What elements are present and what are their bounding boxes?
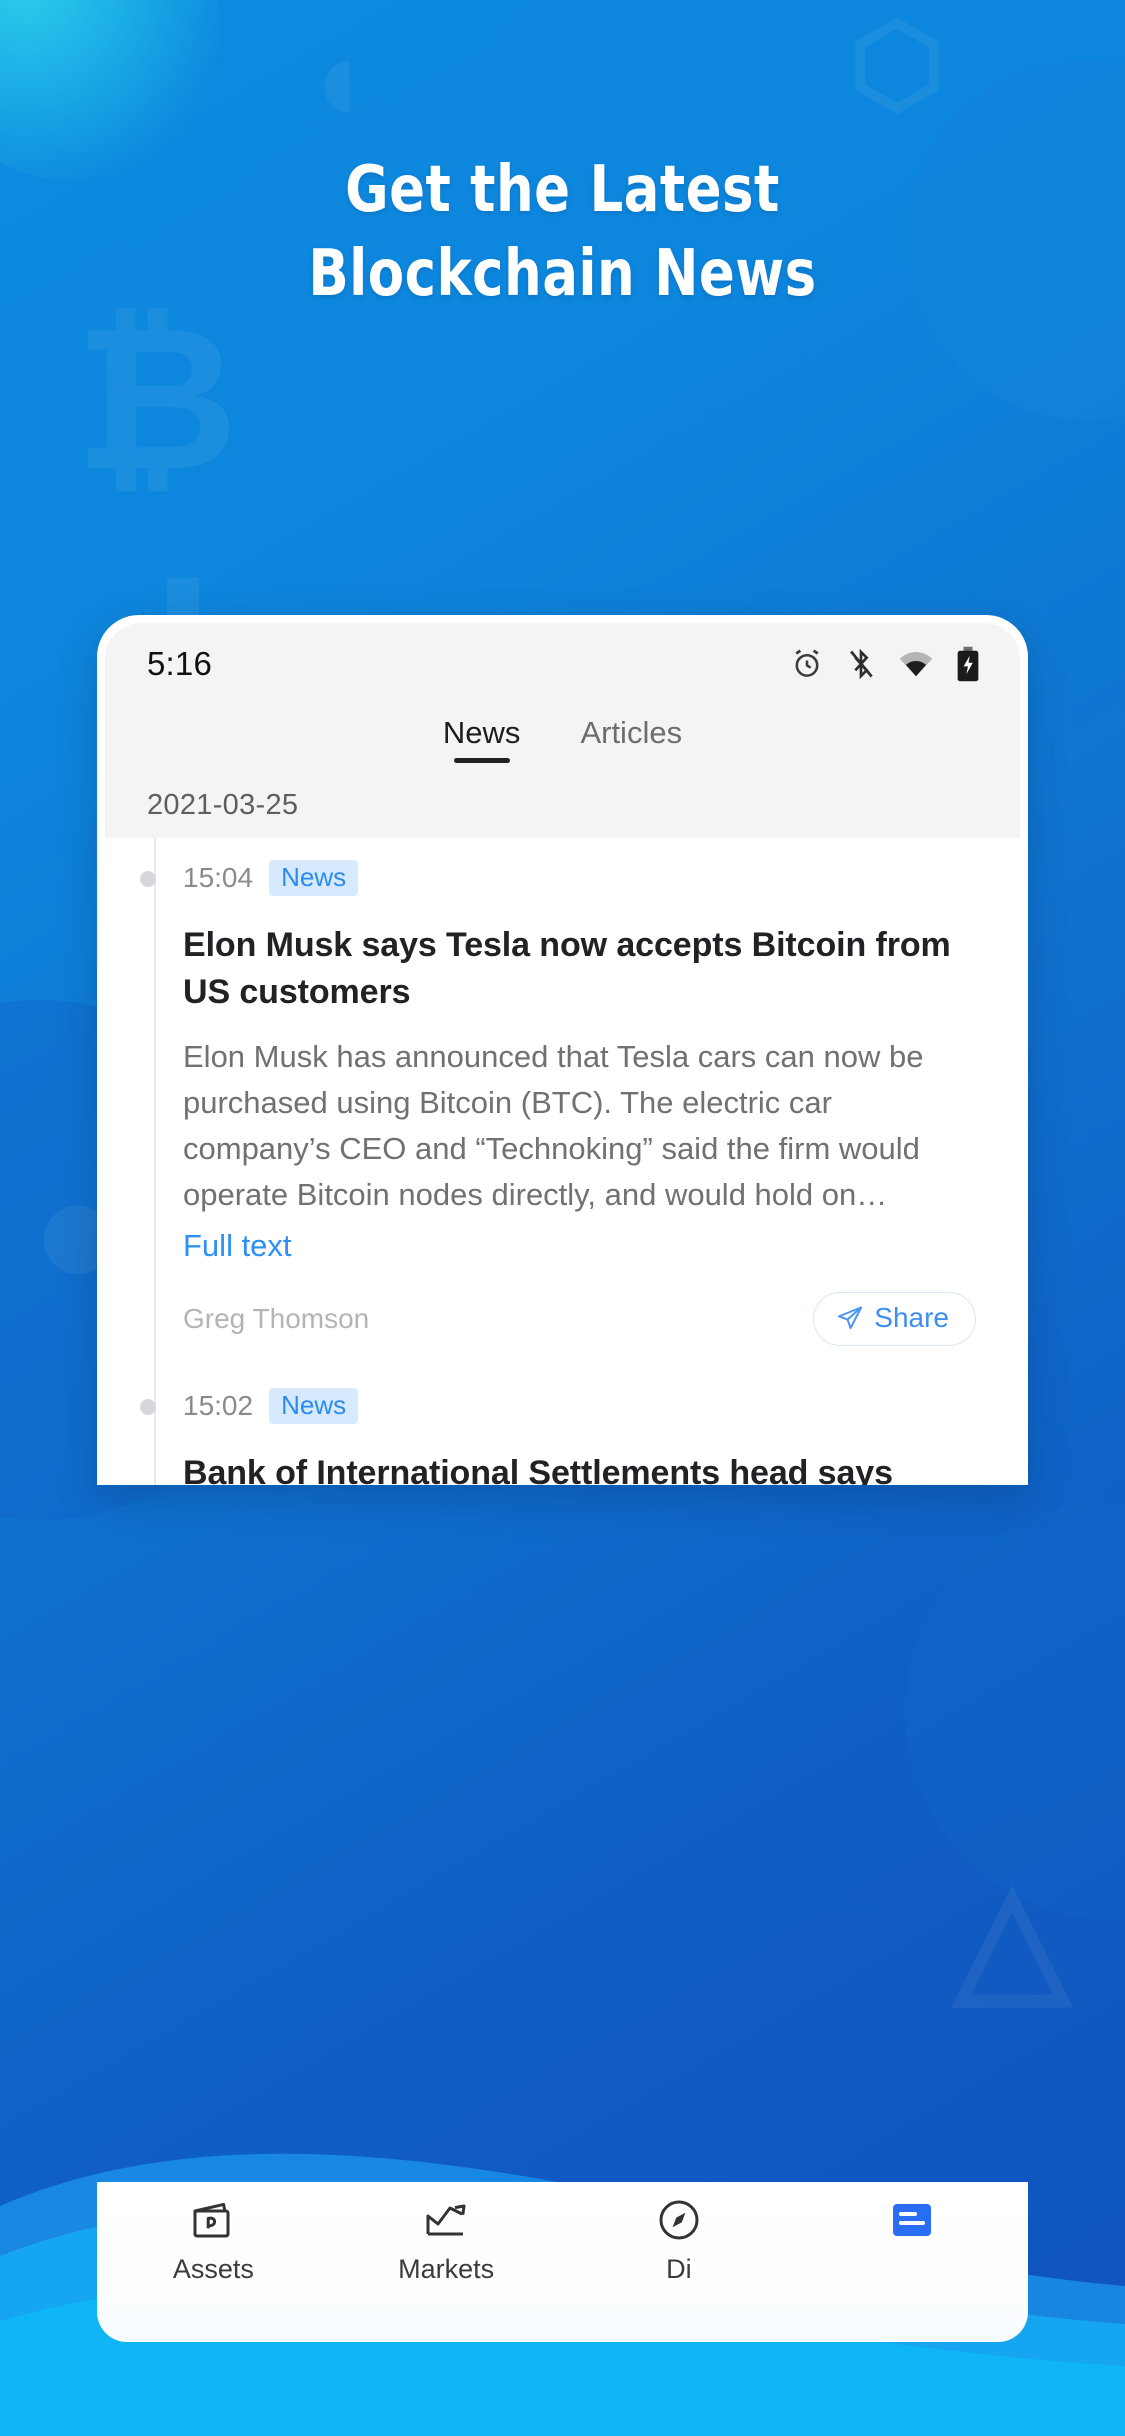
nav-item-markets-label: Markets [398, 2254, 495, 2284]
headline-line-1: Get the Latest [345, 153, 780, 227]
phone-screen: 5:16 News Articles 2021-03-25 15:04 News… [105, 623, 1020, 1485]
news-item-author: Greg Thomson [183, 1303, 370, 1334]
tab-articles-label: Articles [580, 715, 683, 750]
share-button-label: Share [874, 1302, 949, 1333]
news-feed: 15:04 News Elon Musk says Tesla now acce… [105, 838, 1020, 1485]
nav-item-discover-label: Di [666, 2254, 692, 2284]
send-icon [838, 1306, 863, 1330]
chart-line-icon [426, 2204, 466, 2236]
tab-articles[interactable]: Articles [576, 711, 686, 767]
news-item-meta: 15:02 News [183, 1388, 976, 1424]
nav-item-assets[interactable]: Assets [97, 2196, 330, 2285]
drop-watermark-icon: ◖ [300, 13, 373, 147]
wifi-icon [899, 652, 933, 677]
nav-item-discover[interactable]: Di [563, 2196, 796, 2285]
compass-icon [659, 2200, 699, 2240]
news-item-footer: Greg Thomson Share [183, 1292, 976, 1346]
status-badge: News [269, 1388, 359, 1424]
timeline-dot-icon [140, 871, 156, 887]
bitcoin-watermark-icon: ₿ [75, 288, 238, 511]
news-list-item[interactable]: 15:04 News Elon Musk says Tesla now acce… [140, 838, 1020, 1366]
news-item-time: 15:02 [183, 1390, 254, 1421]
cube-watermark-icon: ⬡ [848, 3, 945, 126]
date-header-label: 2021-03-25 [147, 789, 299, 821]
news-item-title[interactable]: Bank of International Settlements head s… [183, 1450, 976, 1485]
nav-item-markets[interactable]: Markets [330, 2196, 563, 2285]
headline-line-2: Blockchain News [308, 237, 817, 311]
status-bar: 5:16 [105, 623, 1020, 705]
nav-item-news[interactable] [795, 2196, 1028, 2254]
news-icon [892, 2204, 931, 2236]
promo-headline: Get the Latest Blockchain News [45, 148, 1080, 316]
status-icons [790, 646, 980, 682]
wallet-icon [193, 2202, 230, 2238]
phone-mockup: 5:16 News Articles 2021-03-25 15:04 News… [97, 615, 1028, 1485]
date-header: 2021-03-25 [105, 783, 1020, 838]
bottom-navigation: Assets Markets Di [97, 2182, 1028, 2342]
news-item-meta: 15:04 News [183, 860, 976, 896]
tab-news[interactable]: News [439, 711, 525, 767]
status-time: 5:16 [147, 645, 213, 682]
news-item-title[interactable]: Elon Musk says Tesla now accepts Bitcoin… [183, 922, 976, 1016]
news-list-item[interactable]: 15:02 News Bank of International Settlem… [140, 1366, 1020, 1485]
full-text-link[interactable]: Full text [183, 1228, 292, 1264]
nav-item-assets-label: Assets [172, 2254, 254, 2284]
news-tabs: News Articles [105, 705, 1020, 783]
tab-news-label: News [442, 715, 521, 750]
news-item-summary: Elon Musk has announced that Tesla cars … [183, 1039, 924, 1212]
status-badge: News [269, 860, 359, 896]
share-button[interactable]: Share [813, 1292, 976, 1346]
news-item-time: 15:04 [183, 862, 254, 893]
timeline-dot-icon [140, 1399, 156, 1415]
alarm-icon [795, 649, 819, 677]
battery-charging-icon [957, 646, 979, 682]
bluetooth-off-icon [850, 648, 873, 680]
